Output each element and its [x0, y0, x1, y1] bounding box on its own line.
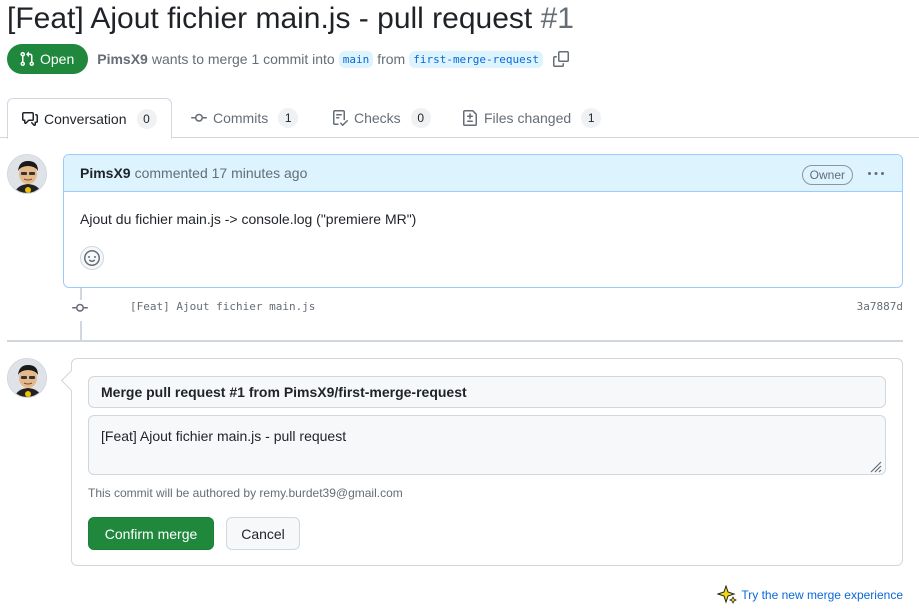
git-commit-icon — [191, 113, 207, 122]
copy-icon[interactable] — [553, 51, 570, 67]
head-branch[interactable]: first-merge-request — [409, 50, 544, 68]
merge-text-1: wants to merge 1 commit into — [151, 51, 335, 67]
timeline-divider — [7, 340, 903, 342]
merger-avatar[interactable] — [7, 358, 47, 398]
state-label: Open — [40, 51, 75, 67]
pr-meta: PimsX9 wants to merge 1 commit into main… — [97, 50, 570, 68]
comment-card: PimsX9 commented 17 minutes ago Owner Aj… — [63, 154, 903, 288]
tab-checks-label: Checks — [354, 110, 401, 126]
sparkle-icon — [717, 585, 738, 604]
tab-files-changed-label: Files changed — [484, 110, 572, 126]
smiley-icon — [84, 250, 100, 266]
comment-header: PimsX9 commented 17 minutes ago — [64, 155, 902, 192]
checklist-icon — [333, 110, 348, 126]
commit-author-note: This commit will be authored by remy.bur… — [88, 486, 403, 500]
pr-author-link[interactable]: PimsX9 — [97, 51, 148, 67]
owner-badge: Owner — [801, 165, 853, 185]
comment-timestamp[interactable]: commented 17 minutes ago — [135, 165, 308, 181]
tab-commits-label: Commits — [213, 110, 269, 126]
pr-tabs: Conversation 0 Commits 1 Checks 0 Files … — [0, 98, 919, 139]
merge-form: [Feat] Ajout fichier main.js - pull requ… — [71, 358, 903, 566]
comment-author-link[interactable]: PimsX9 — [80, 165, 131, 181]
tab-conversation-count: 0 — [136, 108, 157, 129]
merge-title-input[interactable] — [88, 376, 886, 408]
pr-state-row: Open PimsX9 wants to merge 1 commit into… — [7, 44, 570, 74]
merge-text-2: from — [377, 51, 406, 67]
state-badge: Open — [7, 44, 89, 74]
tab-conversation-label: Conversation — [44, 110, 127, 127]
base-branch[interactable]: main — [338, 50, 374, 68]
try-new-merge-link[interactable]: Try the new merge experience — [717, 585, 903, 605]
tab-commits-count: 1 — [278, 108, 299, 128]
tab-commits[interactable]: Commits 1 — [191, 98, 299, 138]
pr-title-text: [Feat] Ajout fichier main.js - pull requ… — [7, 2, 533, 35]
git-commit-icon — [72, 300, 88, 321]
git-pull-request-icon — [20, 51, 35, 67]
resize-grip-icon[interactable] — [868, 459, 882, 478]
add-reaction-button[interactable] — [80, 246, 104, 270]
cancel-button[interactable]: Cancel — [226, 517, 300, 550]
tab-conversation[interactable]: Conversation 0 — [7, 98, 172, 139]
comment-discussion-icon — [22, 111, 38, 126]
tab-checks-count: 0 — [410, 108, 431, 128]
comment-body: Ajout du fichier main.js -> console.log … — [80, 211, 417, 227]
tab-checks[interactable]: Checks 0 — [332, 98, 431, 138]
file-diff-icon — [463, 110, 477, 126]
confirm-merge-button[interactable]: Confirm merge — [88, 517, 214, 550]
commit-message-link[interactable]: [Feat] Ajout fichier main.js — [130, 300, 315, 313]
tab-files-changed[interactable]: Files changed 1 — [462, 98, 602, 138]
merge-body-textarea[interactable]: [Feat] Ajout fichier main.js - pull requ… — [88, 415, 886, 475]
pr-title: [Feat] Ajout fichier main.js - pull requ… — [7, 0, 574, 38]
comment-author-avatar[interactable] — [7, 154, 47, 194]
pr-number: #1 — [540, 2, 574, 35]
try-new-merge-label: Try the new merge experience — [741, 588, 903, 602]
commit-sha-link[interactable]: 3a7887d — [857, 300, 903, 313]
kebab-horizontal-icon[interactable] — [868, 166, 884, 187]
tab-files-changed-count: 1 — [581, 108, 602, 128]
